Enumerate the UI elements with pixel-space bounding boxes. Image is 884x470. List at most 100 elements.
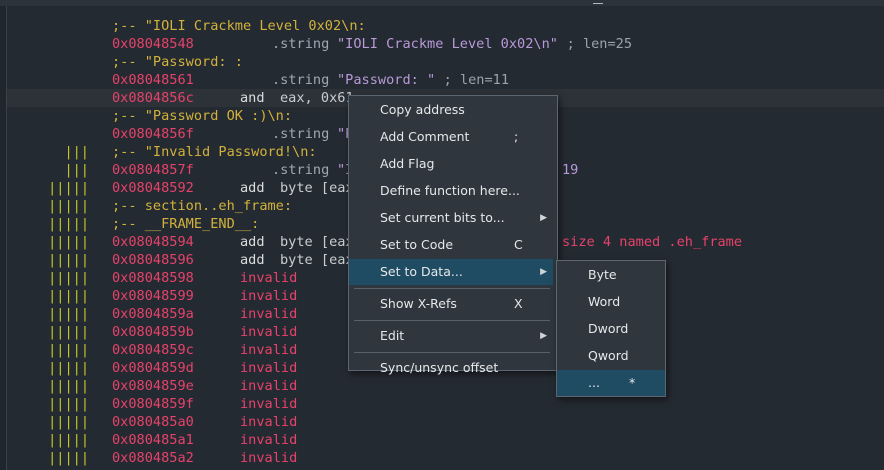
flow-gutter: ||| bbox=[64, 162, 89, 178]
instruction-mnemonic: invalid bbox=[240, 414, 298, 430]
submenu-item-word[interactable]: Word bbox=[557, 289, 665, 315]
flow-gutter: ||||| bbox=[48, 360, 89, 376]
menu-item-define-function-here[interactable]: Define function here... bbox=[349, 178, 553, 204]
string-directive: .string bbox=[272, 162, 330, 178]
menu-item-set-to-data[interactable]: Set to Data... ▶ bbox=[349, 259, 553, 285]
menu-item-add-comment[interactable]: Add Comment; bbox=[349, 124, 553, 150]
flow-gutter: ||||| bbox=[48, 342, 89, 358]
menu-item-show-x-refs[interactable]: Show X-Refs X bbox=[349, 291, 553, 317]
string-value: "IOLI Crackme Level 0x02\n" bbox=[337, 36, 558, 52]
instruction-address[interactable]: 0x08048599 bbox=[112, 287, 194, 305]
instruction-address[interactable]: 0x080485a0 bbox=[112, 413, 194, 431]
flow-gutter: ||||| bbox=[48, 288, 89, 304]
instruction-address[interactable]: 0x0804859b bbox=[112, 323, 194, 341]
instruction-address[interactable]: 0x08048592 bbox=[112, 179, 194, 197]
instruction-address[interactable]: 0x0804859a bbox=[112, 305, 194, 323]
instruction-address[interactable]: 0x08048596 bbox=[112, 251, 194, 269]
instruction-mnemonic: invalid bbox=[240, 342, 298, 358]
instruction-address[interactable]: 0x0804859c bbox=[112, 341, 194, 359]
submenu-item-ellipsis[interactable]: ... * bbox=[557, 370, 665, 396]
chevron-right-icon: ▶ bbox=[540, 213, 547, 223]
instruction-mnemonic: add bbox=[240, 252, 265, 268]
instruction-mnemonic: invalid bbox=[240, 360, 298, 376]
menu-item-label: Sync/unsync offset bbox=[380, 360, 499, 375]
flag-comment: ;-- "Password: : bbox=[112, 54, 243, 70]
menu-separator bbox=[354, 320, 550, 321]
string-directive: .string bbox=[272, 36, 330, 52]
menu-item-sync-unsync-offset[interactable]: Sync/unsync offset bbox=[349, 355, 553, 381]
instruction-address[interactable]: 0x0804859e bbox=[112, 377, 194, 395]
context-menu: Copy address Add Comment; Add Flag Define f… bbox=[348, 95, 558, 375]
listing-row[interactable]: ||||| 0x080485a1 invalid bbox=[7, 431, 884, 449]
menu-separator bbox=[354, 288, 550, 289]
listing-row[interactable]: ;-- "IOLI Crackme Level 0x02\n: bbox=[7, 17, 884, 35]
string-value: "Password: " bbox=[337, 72, 436, 88]
set-to-data-submenu: Byte Word Dword Qword ... * bbox=[556, 260, 666, 397]
flow-gutter: ||||| bbox=[48, 378, 89, 394]
menu-item-label: Add Comment bbox=[380, 129, 470, 144]
submenu-item-dword[interactable]: Dword bbox=[557, 316, 665, 342]
submenu-item-label: Word bbox=[588, 294, 621, 309]
listing-row[interactable]: 0x08048561 .string "Password: " ; len=11 bbox=[7, 71, 884, 89]
instruction-operands: byte [eax bbox=[280, 252, 354, 268]
submenu-item-label: ... bbox=[588, 375, 600, 390]
submenu-item-qword[interactable]: Qword bbox=[557, 343, 665, 369]
chevron-right-icon: ▶ bbox=[540, 331, 547, 341]
listing-row[interactable]: ||||| 0x080485a0 invalid bbox=[7, 413, 884, 431]
instruction-address[interactable]: 0x0804857f bbox=[112, 161, 194, 179]
flow-gutter: ||||| bbox=[48, 324, 89, 340]
menu-item-set-current-bits-to[interactable]: Set current bits to... ▶ bbox=[349, 205, 553, 231]
listing-row[interactable]: 0x08048548 .string "IOLI Crackme Level 0x0… bbox=[7, 35, 884, 53]
flow-gutter: ||||| bbox=[48, 216, 89, 232]
trailing-annotation: size 4 named .eh_frame bbox=[562, 234, 743, 250]
flow-gutter: ||||| bbox=[48, 198, 89, 214]
flow-gutter: ||||| bbox=[48, 180, 89, 196]
menu-item-set-to-code[interactable]: Set to Code C bbox=[349, 232, 553, 258]
menu-item-copy-address[interactable]: Copy address bbox=[349, 97, 553, 123]
menu-item-label: Add Flag bbox=[380, 156, 435, 171]
menu-item-add-flag[interactable]: Add Flag bbox=[349, 151, 553, 177]
instruction-address[interactable]: 0x0804856c bbox=[112, 89, 194, 107]
menu-item-shortcut: X bbox=[514, 296, 523, 311]
instruction-address[interactable]: 0x08048598 bbox=[112, 269, 194, 287]
instruction-mnemonic: invalid bbox=[240, 450, 298, 466]
listing-row[interactable]: ||||| 0x0804859f invalid bbox=[7, 395, 884, 413]
menu-item-label: Set current bits to... bbox=[380, 210, 505, 225]
listing-row[interactable]: ||||| 0x080485a2 invalid bbox=[7, 449, 884, 467]
instruction-mnemonic: invalid bbox=[240, 324, 298, 340]
string-length-comment: ; len=11 bbox=[435, 72, 510, 88]
instruction-address[interactable]: 0x0804859d bbox=[112, 359, 194, 377]
flow-gutter: ||||| bbox=[48, 396, 89, 412]
listing-row[interactable]: ;-- "Password: : bbox=[7, 53, 884, 71]
flow-gutter: ||||| bbox=[48, 234, 89, 250]
instruction-address[interactable]: 0x080485a2 bbox=[112, 449, 194, 467]
instruction-address[interactable]: 0x08048548 bbox=[112, 35, 194, 53]
instruction-mnemonic: add bbox=[240, 180, 265, 196]
flag-comment: ;-- "Password OK :)\n: bbox=[112, 108, 293, 124]
chevron-right-icon: ▶ bbox=[540, 267, 547, 277]
instruction-address[interactable]: 0x080485a1 bbox=[112, 431, 194, 449]
instruction-mnemonic: invalid bbox=[240, 288, 298, 304]
instruction-operands: byte [eax bbox=[280, 180, 354, 196]
instruction-address[interactable]: 0x0804859f bbox=[112, 395, 194, 413]
instruction-mnemonic: add bbox=[240, 234, 265, 250]
instruction-operands: eax, 0x61 bbox=[280, 90, 354, 106]
menu-item-edit[interactable]: Edit ▶ bbox=[349, 323, 553, 349]
instruction-mnemonic: and bbox=[240, 90, 265, 106]
instruction-address[interactable]: 0x08048561 bbox=[112, 71, 194, 89]
instruction-address[interactable]: 0x08048594 bbox=[112, 233, 194, 251]
submenu-item-byte[interactable]: Byte bbox=[557, 262, 665, 288]
trailing-annotation: 19 bbox=[562, 162, 579, 178]
flow-gutter: ||| bbox=[64, 144, 89, 160]
menu-item-label: Show X-Refs bbox=[380, 296, 457, 311]
instruction-operands: byte [eax bbox=[280, 234, 354, 250]
string-directive: .string bbox=[272, 72, 330, 88]
flag-comment: ;-- section..eh_frame: bbox=[112, 198, 293, 214]
instruction-mnemonic: invalid bbox=[240, 432, 298, 448]
submenu-item-label: Qword bbox=[588, 348, 629, 363]
instruction-mnemonic: invalid bbox=[240, 396, 298, 412]
top-bar-marker bbox=[593, 0, 603, 4]
instruction-address[interactable]: 0x0804856f bbox=[112, 125, 194, 143]
instruction-mnemonic: invalid bbox=[240, 270, 298, 286]
flag-comment: ;-- __FRAME_END__: bbox=[112, 216, 260, 232]
